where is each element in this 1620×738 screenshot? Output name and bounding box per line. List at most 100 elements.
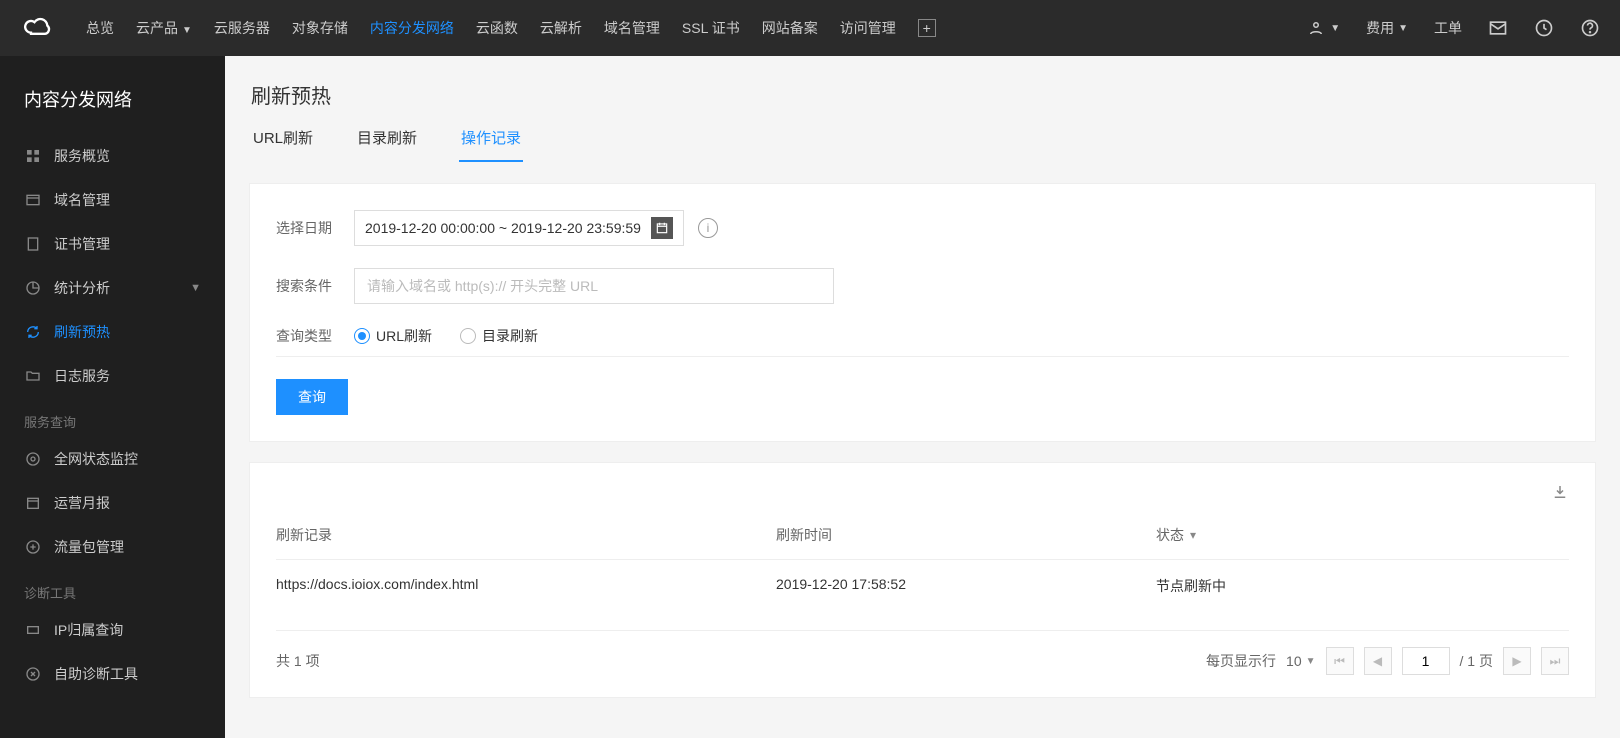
- ip-icon: [24, 621, 42, 639]
- query-button[interactable]: 查询: [276, 379, 348, 415]
- cloud-logo[interactable]: [20, 10, 56, 46]
- sidebar-section-query: 服务查询: [0, 398, 225, 437]
- results-table: 刷新记录 刷新时间 状态▾ https://docs.ioiox.com/ind…: [276, 511, 1569, 612]
- tab-url-refresh[interactable]: URL刷新: [251, 127, 315, 162]
- page-size-select[interactable]: 10 ▼: [1286, 653, 1315, 669]
- sidebar-item-overview[interactable]: 服务概览: [0, 134, 225, 178]
- pager-first-button[interactable]: ⏮: [1326, 647, 1354, 675]
- sidebar-item-cert[interactable]: 证书管理: [0, 222, 225, 266]
- main-content: 刷新预热 URL刷新 目录刷新 操作记录 选择日期 2019-12-20 00:…: [225, 56, 1620, 738]
- radio-label: URL刷新: [376, 326, 432, 346]
- tabs: URL刷新 目录刷新 操作记录: [249, 127, 1620, 163]
- sidebar-item-label: 日志服务: [54, 366, 110, 386]
- nav-beian[interactable]: 网站备案: [762, 18, 818, 38]
- search-label: 搜索条件: [276, 276, 354, 296]
- top-nav: 总览 云产品 ▼ 云服务器 对象存储 内容分发网络 云函数 云解析 域名管理 SS…: [86, 18, 936, 38]
- sidebar-item-package[interactable]: 流量包管理: [0, 525, 225, 569]
- table-panel: 刷新记录 刷新时间 状态▾ https://docs.ioiox.com/ind…: [249, 462, 1596, 698]
- pager-last-button[interactable]: ⏭: [1541, 647, 1569, 675]
- tab-history[interactable]: 操作记录: [459, 127, 523, 162]
- sidebar-item-stats[interactable]: 统计分析▼: [0, 266, 225, 310]
- sidebar-item-label: 自助诊断工具: [54, 664, 138, 684]
- radio-url-refresh[interactable]: URL刷新: [354, 326, 432, 346]
- sidebar-item-label: 运营月报: [54, 493, 110, 513]
- sidebar-item-ip[interactable]: IP归属查询: [0, 608, 225, 652]
- nav-ssl[interactable]: SSL 证书: [682, 18, 740, 38]
- globe-icon: [24, 191, 42, 209]
- sidebar-item-label: 服务概览: [54, 146, 110, 166]
- pager-total: 共 1 项: [276, 651, 320, 671]
- table-header: 刷新记录 刷新时间 状态▾: [276, 511, 1569, 559]
- page-title: 刷新预热: [249, 80, 1620, 109]
- download-icon[interactable]: [1551, 483, 1569, 501]
- cell-time: 2019-12-20 17:58:52: [776, 576, 1156, 596]
- date-range-picker[interactable]: 2019-12-20 00:00:00 ~ 2019-12-20 23:59:5…: [354, 210, 684, 246]
- radio-dir-refresh[interactable]: 目录刷新: [460, 326, 538, 346]
- query-type-radio-group: URL刷新 目录刷新: [354, 326, 538, 346]
- wrench-icon: [24, 665, 42, 683]
- sidebar-item-log[interactable]: 日志服务: [0, 354, 225, 398]
- add-shortcut-button[interactable]: +: [918, 19, 936, 37]
- sidebar-item-diag[interactable]: 自助诊断工具: [0, 652, 225, 696]
- tab-dir-refresh[interactable]: 目录刷新: [355, 127, 419, 162]
- nav-products-label: 云产品: [136, 20, 178, 36]
- pager-next-button[interactable]: ▶: [1503, 647, 1531, 675]
- chevron-down-icon: ▼: [1398, 23, 1408, 34]
- mail-icon[interactable]: [1488, 18, 1508, 38]
- pager-current-input[interactable]: [1402, 647, 1450, 675]
- sidebar-item-refresh[interactable]: 刷新预热: [0, 310, 225, 354]
- th-status[interactable]: 状态▾: [1156, 525, 1569, 545]
- grid-icon: [24, 147, 42, 165]
- user-icon: [1306, 18, 1326, 38]
- nav-cos[interactable]: 对象存储: [292, 18, 348, 38]
- sidebar-item-label: 证书管理: [54, 234, 110, 254]
- sidebar-item-report[interactable]: 运营月报: [0, 481, 225, 525]
- nav-dns[interactable]: 云解析: [540, 18, 582, 38]
- nav-cdn[interactable]: 内容分发网络: [370, 18, 454, 38]
- monitor-icon: [24, 450, 42, 468]
- divider: [276, 356, 1569, 357]
- sidebar: 内容分发网络 服务概览 域名管理 证书管理 统计分析▼ 刷新预热 日志服务 服务…: [0, 56, 225, 738]
- folder-icon: [24, 367, 42, 385]
- refresh-icon: [24, 323, 42, 341]
- table-row: https://docs.ioiox.com/index.html 2019-1…: [276, 559, 1569, 612]
- account-menu[interactable]: ▼: [1306, 18, 1340, 38]
- sidebar-title: 内容分发网络: [0, 76, 225, 134]
- sidebar-item-monitor[interactable]: 全网状态监控: [0, 437, 225, 481]
- cell-status: 节点刷新中: [1156, 576, 1569, 596]
- filter-icon: ▾: [1190, 528, 1196, 542]
- pager-prev-button[interactable]: ◀: [1364, 647, 1392, 675]
- info-icon[interactable]: i: [698, 218, 718, 238]
- cell-record: https://docs.ioiox.com/index.html: [276, 576, 776, 596]
- pager-total-pages: / 1 页: [1460, 651, 1493, 671]
- date-label: 选择日期: [276, 218, 354, 238]
- chevron-down-icon: ▼: [182, 25, 192, 36]
- radio-icon: [354, 328, 370, 344]
- help-icon[interactable]: [1580, 18, 1600, 38]
- search-input[interactable]: [354, 268, 834, 304]
- chart-icon: [24, 279, 42, 297]
- sidebar-item-label: 流量包管理: [54, 537, 124, 557]
- nav-cam[interactable]: 访问管理: [840, 18, 896, 38]
- nav-overview[interactable]: 总览: [86, 18, 114, 38]
- chevron-down-icon: ▼: [190, 282, 201, 294]
- th-record: 刷新记录: [276, 525, 776, 545]
- top-right: ▼ 费用 ▼ 工单: [1306, 18, 1600, 38]
- filter-panel: 选择日期 2019-12-20 00:00:00 ~ 2019-12-20 23…: [249, 183, 1596, 442]
- fee-menu[interactable]: 费用 ▼: [1366, 18, 1408, 38]
- package-icon: [24, 538, 42, 556]
- chevron-down-icon: ▼: [1306, 656, 1316, 667]
- page-size-value: 10: [1286, 653, 1302, 669]
- sidebar-item-label: 刷新预热: [54, 322, 110, 342]
- cert-icon: [24, 235, 42, 253]
- nav-domain[interactable]: 域名管理: [604, 18, 660, 38]
- nav-products[interactable]: 云产品 ▼: [136, 18, 192, 38]
- ticket-link[interactable]: 工单: [1434, 18, 1462, 38]
- sidebar-item-label: IP归属查询: [54, 620, 123, 640]
- clock-icon[interactable]: [1534, 18, 1554, 38]
- sidebar-item-label: 全网状态监控: [54, 449, 138, 469]
- nav-scf[interactable]: 云函数: [476, 18, 518, 38]
- sidebar-item-domain[interactable]: 域名管理: [0, 178, 225, 222]
- fee-label: 费用: [1366, 18, 1394, 38]
- nav-cvm[interactable]: 云服务器: [214, 18, 270, 38]
